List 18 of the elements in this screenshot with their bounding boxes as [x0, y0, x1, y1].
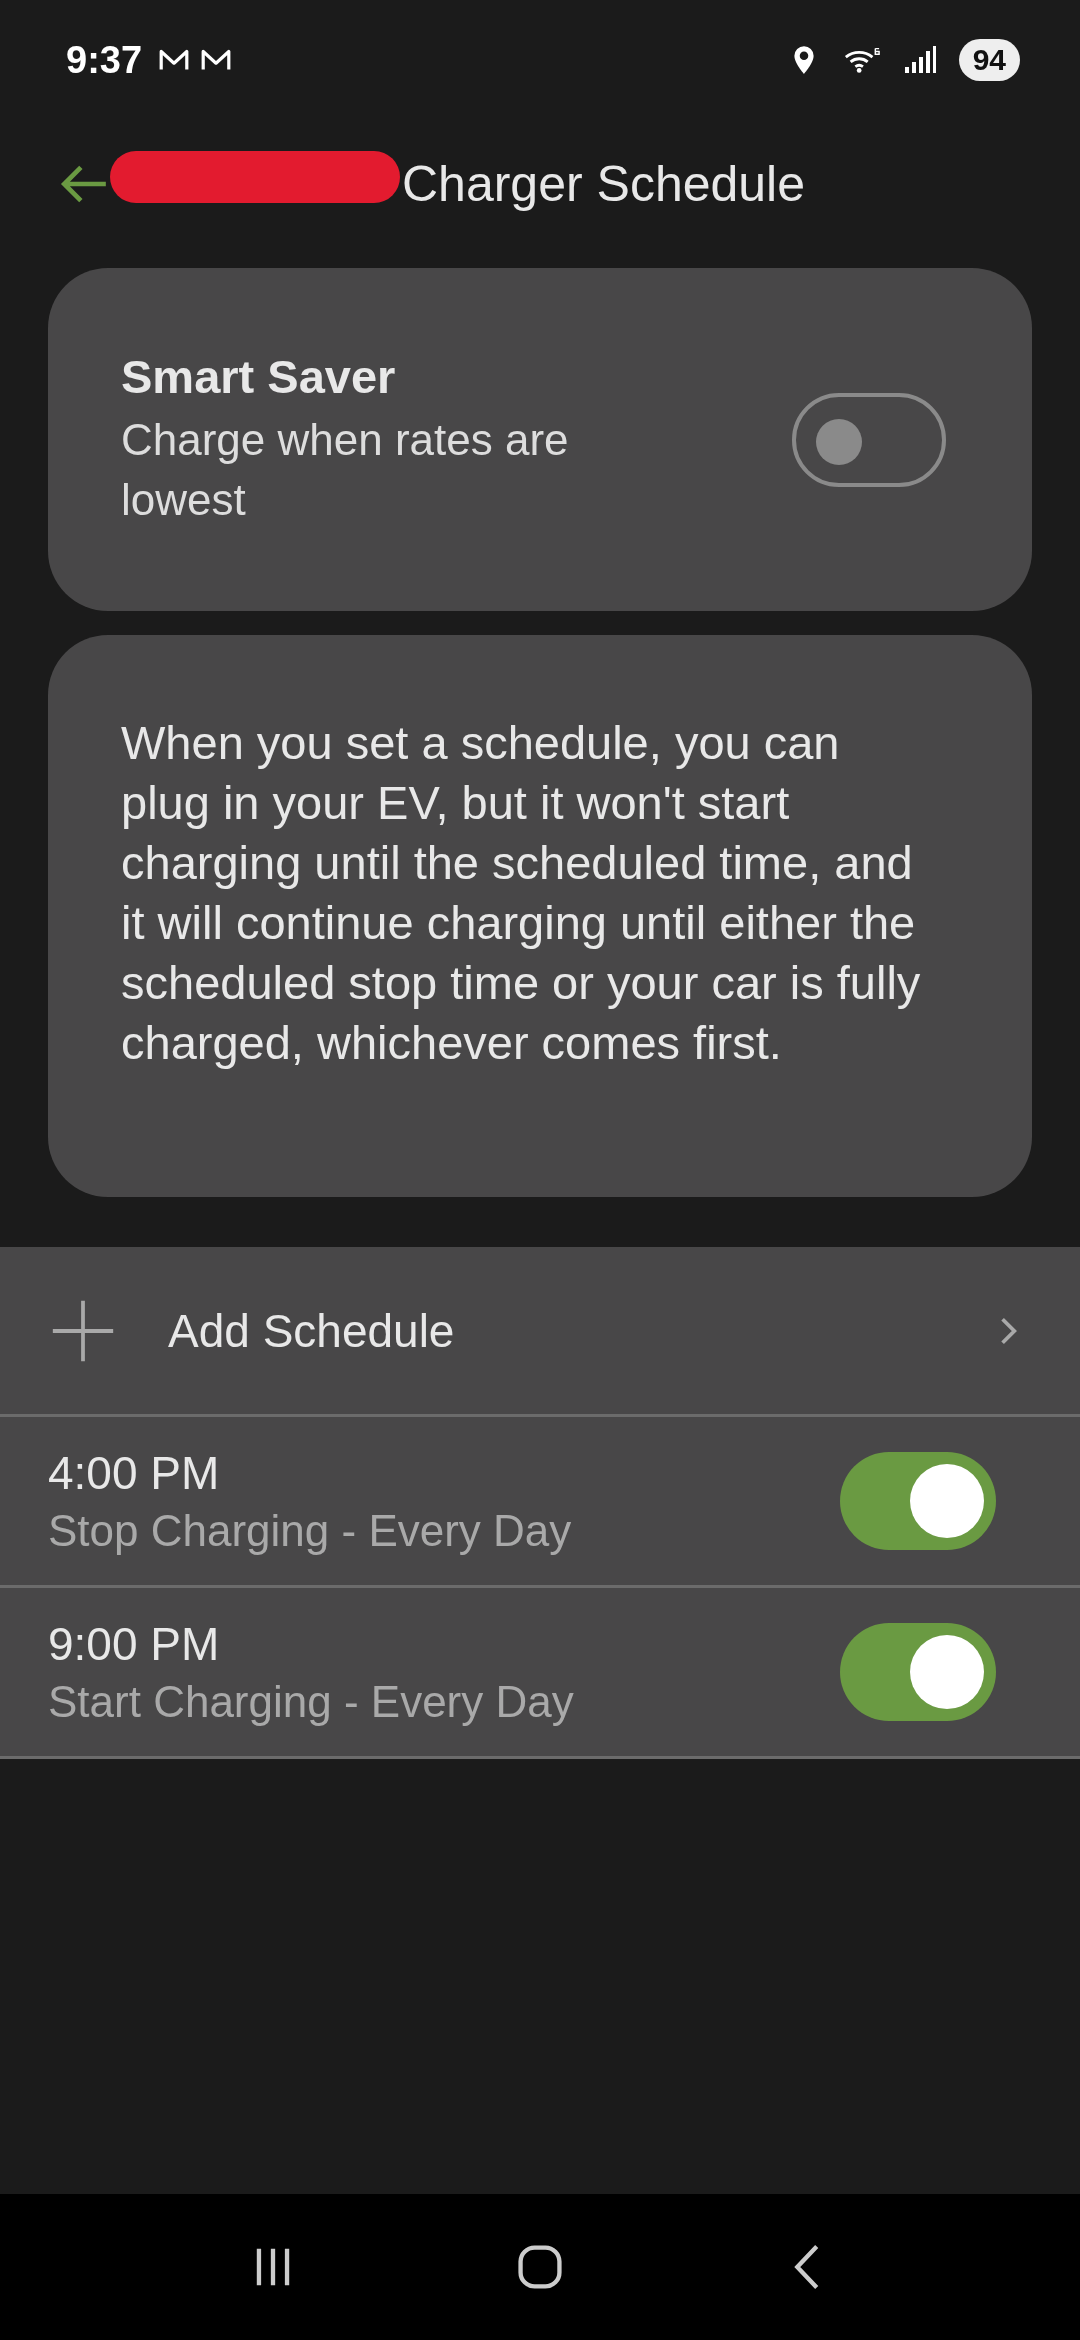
- screen-title: Charger Schedule: [402, 155, 806, 213]
- schedule-row[interactable]: 4:00 PM Stop Charging - Every Day: [0, 1417, 1080, 1588]
- schedule-time: 9:00 PM: [48, 1617, 221, 1671]
- schedule-description: Stop Charging - Every Day: [48, 1506, 572, 1556]
- schedule-description: Start Charging - Every Day: [48, 1677, 574, 1727]
- status-time: 9:37: [66, 38, 143, 82]
- smart-saver-title: Smart Saver: [121, 349, 397, 404]
- mail-icon: [158, 47, 191, 73]
- smart-saver-toggle[interactable]: [792, 392, 946, 487]
- add-schedule-label: Add Schedule: [168, 1303, 456, 1358]
- schedule-time: 4:00 PM: [48, 1446, 221, 1500]
- mail-icon: [200, 47, 233, 73]
- wifi-icon: [842, 45, 881, 75]
- info-text: When you set a schedule, you can plug in your EV, but it won't start charging until the scheduled time, and it will continue charging until either the scheduled stop time or your car is fully charged, whichever comes first.: [121, 715, 922, 1071]
- smart-saver-subtitle: Charge when rates are lowest: [121, 414, 570, 526]
- add-schedule-row[interactable]: Add Schedule: [0, 1247, 1080, 1417]
- schedule-row[interactable]: 9:00 PM Start Charging - Every Day: [0, 1588, 1080, 1759]
- battery-level: 94: [958, 39, 1020, 81]
